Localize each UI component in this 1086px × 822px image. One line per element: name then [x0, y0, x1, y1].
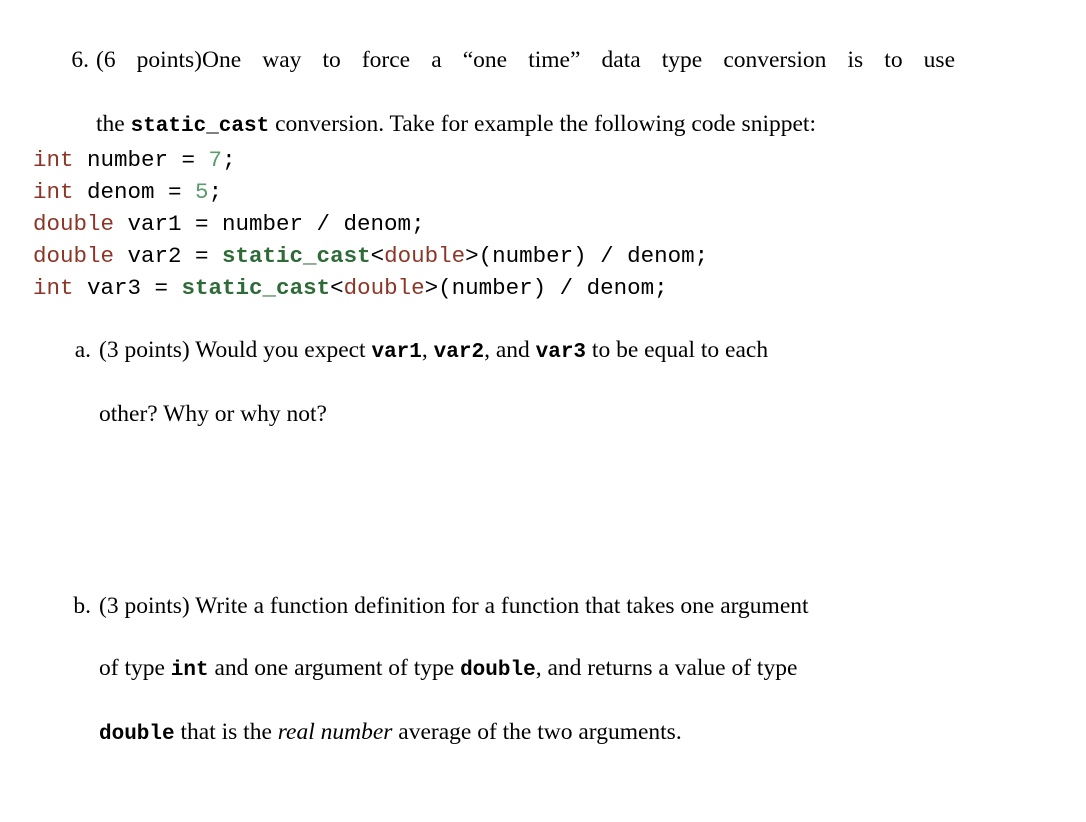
problem-6-line2-text-a: the [96, 111, 131, 137]
code-token: >(number) / denom; [465, 243, 709, 269]
subpart-a-var2: var2 [433, 341, 485, 364]
code-token: < [370, 243, 385, 269]
code-token: number = [73, 147, 209, 173]
code-line: int denom = 5; [33, 176, 708, 208]
code-snippet: int number = 7; int denom = 5; double var1… [33, 144, 708, 304]
subpart-b-marker: b. [73, 593, 91, 619]
problem-6-line2-text-b: conversion. Take for example the followi… [269, 111, 816, 137]
code-token: ; [208, 179, 223, 205]
problem-6-points: (6 points) [96, 47, 202, 73]
subpart-b-text-3a: that is the [174, 719, 278, 745]
code-token: 7 [208, 147, 223, 173]
subpart-a-points: (3 points) [99, 337, 190, 363]
subpart-b-int-code: int [170, 659, 209, 682]
subpart-a-line-2: other? Why or why not? [99, 401, 327, 427]
problem-6: 6. (6 points)One way to force a “one tim… [60, 44, 955, 143]
subpart-a-var1: var1 [371, 341, 422, 364]
subpart-b-text-1: Write a function definition for a functi… [189, 593, 809, 619]
subpart-b-double-code-1: double [460, 659, 536, 682]
problem-6-row: 6. (6 points)One way to force a “one tim… [60, 44, 955, 143]
code-token: int [33, 147, 74, 173]
code-line: double var1 = number / denom; [33, 208, 708, 240]
subpart-b-line-3: double that is the real number average o… [99, 719, 682, 746]
subpart-a-var3: var3 [535, 341, 587, 364]
subpart-a-body: (3 points) Would you expect var1, var2, … [99, 335, 955, 430]
document-page: 6. (6 points)One way to force a “one tim… [0, 0, 1086, 822]
code-line: double var2 = static_cast<double>(number… [33, 240, 708, 272]
subpart-b-points: (3 points) [99, 593, 190, 619]
code-token: double [343, 275, 425, 301]
code-token: static_cast [222, 243, 371, 269]
code-token: var1 = number / denom; [114, 211, 425, 237]
problem-6-marker: 6. [71, 47, 89, 73]
subpart-b-body: (3 points) Write a function definition f… [99, 591, 955, 750]
code-line: int number = 7; [33, 144, 708, 176]
subpart-b-real-number-emphasis: real number [277, 719, 393, 745]
subpart-b-text-2a: of type [99, 655, 171, 681]
subpart-a-sep-2: , and [484, 337, 536, 363]
problem-6-line1-text-a: One way to force a [201, 47, 463, 73]
code-token: ; [222, 147, 236, 173]
subpart-b-text-2c: , and returns a value of type [535, 655, 798, 681]
code-token: double [33, 243, 115, 269]
subpart-a-sep-1: , [421, 337, 434, 363]
subpart-a-line-1: (3 points) Would you expect var1, var2, … [99, 337, 955, 396]
subpart-b-text-2b: and one argument of type [208, 655, 461, 681]
subpart-a-text-a: Would you expect [189, 337, 372, 363]
problem-6-body: (6 points)One way to force a “one time” … [96, 44, 955, 143]
problem-6-static-cast-code: static_cast [130, 115, 270, 138]
subpart-a-text-b: to be equal to each [586, 337, 769, 363]
code-token: var3 = [73, 275, 182, 301]
code-line: int var3 = static_cast<double>(number) /… [33, 272, 708, 304]
subpart-b-row: b. (3 points) Write a function definitio… [60, 591, 955, 750]
code-token: < [330, 275, 344, 301]
subpart-b-line-2: of type int and one argument of type dou… [99, 655, 955, 714]
code-token: double [33, 211, 115, 237]
code-token: 5 [195, 179, 209, 205]
code-token: denom = [73, 179, 196, 205]
subpart-a-marker: a. [74, 337, 91, 363]
problem-6-line-2: the static_cast conversion. Take for exa… [96, 108, 955, 143]
subpart-b-double-code-2: double [99, 723, 175, 746]
code-token: double [384, 243, 466, 269]
subpart-a: a. (3 points) Would you expect var1, var… [60, 335, 955, 430]
code-token: int [33, 275, 74, 301]
code-token: static_cast [181, 275, 331, 301]
problem-6-line-1: (6 points)One way to force a “one time” … [96, 44, 955, 108]
subpart-b-text-3b: average of the two arguments. [392, 719, 682, 745]
subpart-b-line-1: (3 points) Write a function definition f… [99, 593, 955, 650]
problem-6-quoted-phrase: “one time” [462, 47, 581, 73]
subpart-b: b. (3 points) Write a function definitio… [60, 591, 955, 750]
code-token: int [33, 179, 74, 205]
code-token: >(number) / denom; [424, 275, 668, 301]
problem-6-line1-text-b: data type conversion is to use [580, 47, 956, 73]
subpart-a-row: a. (3 points) Would you expect var1, var… [60, 335, 955, 430]
code-token: var2 = [114, 243, 223, 269]
